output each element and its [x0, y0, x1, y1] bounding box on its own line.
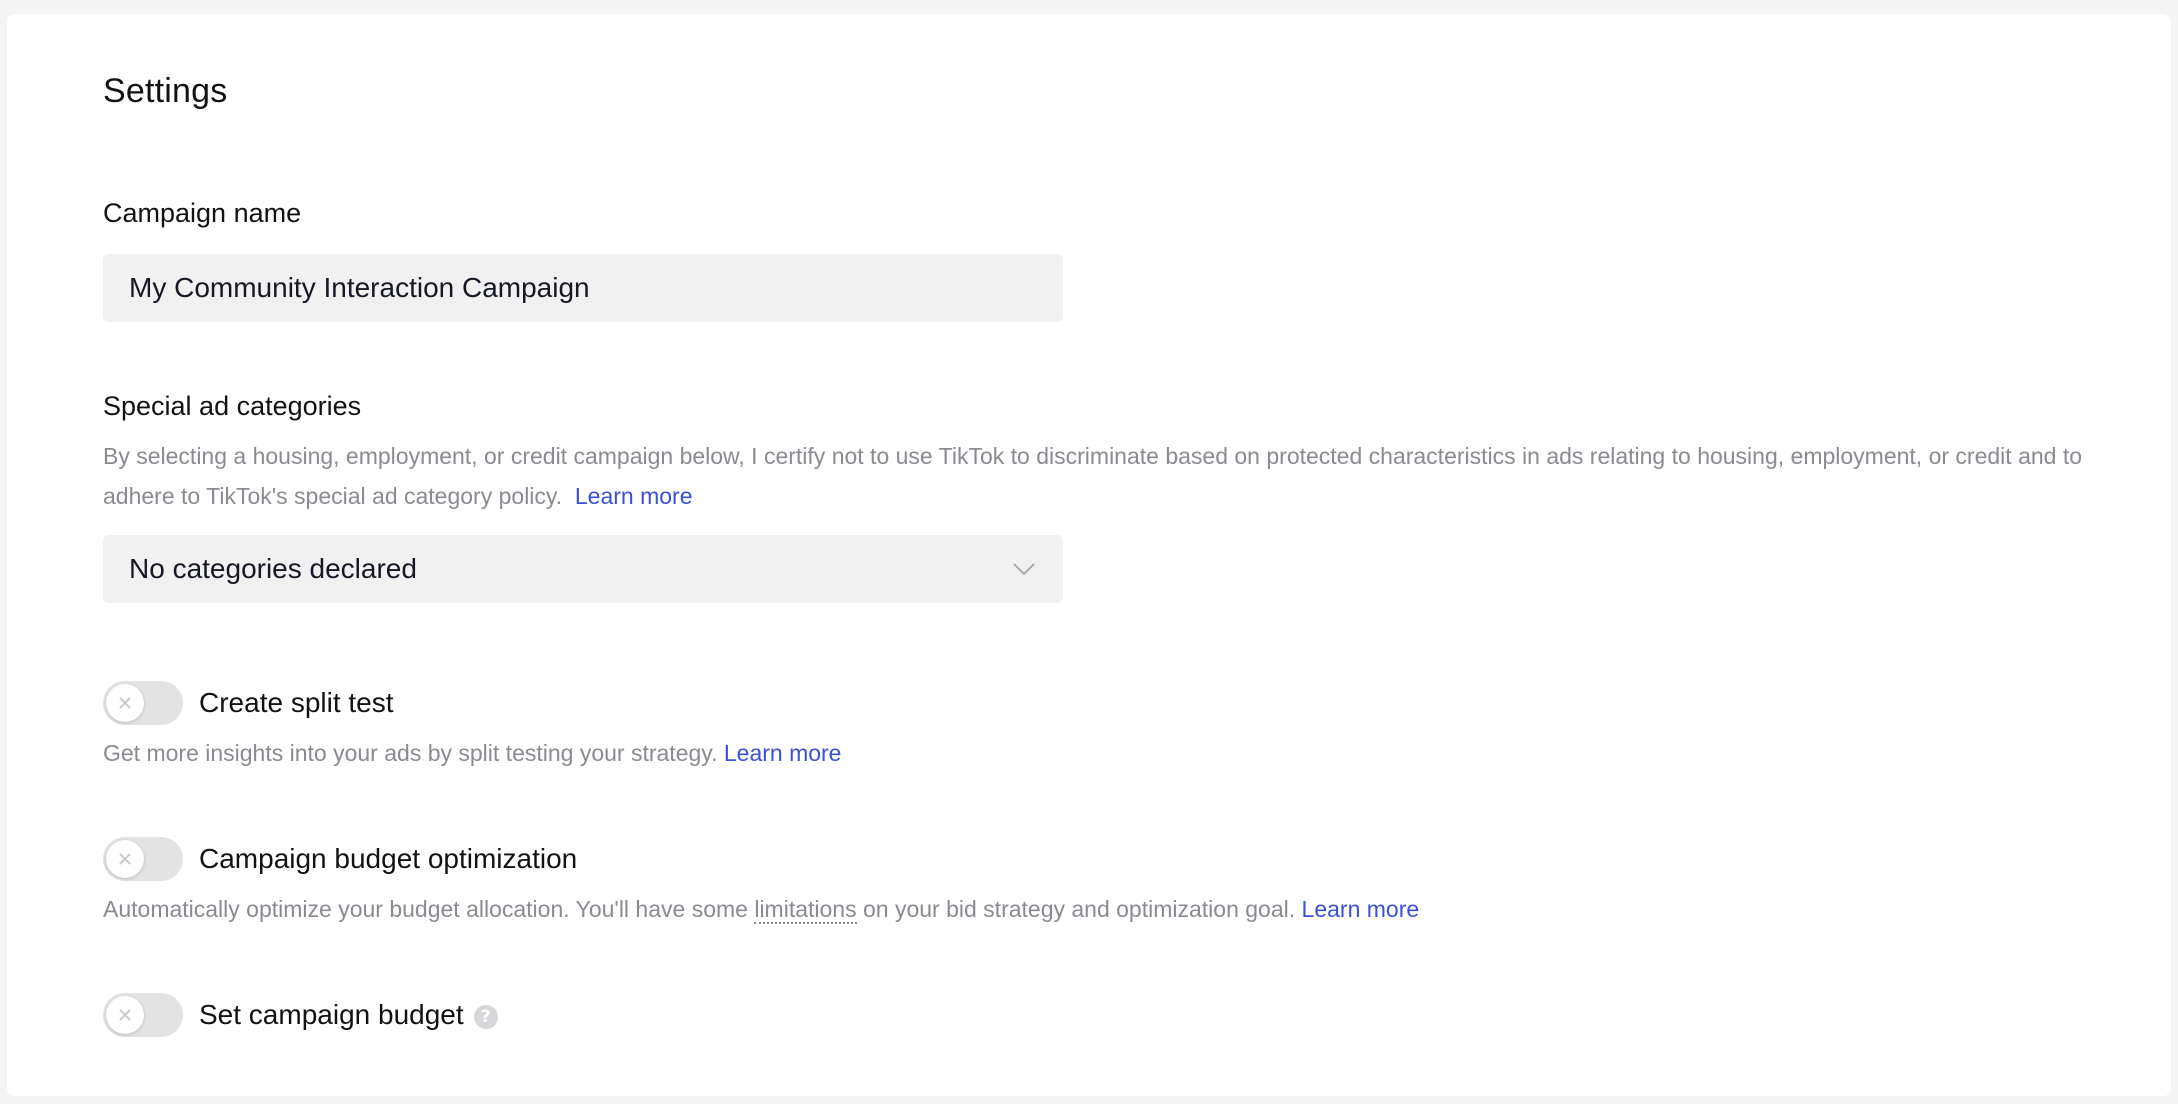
budget-optimization-toggle[interactable] — [103, 837, 183, 881]
budget-optimization-description: Automatically optimize your budget alloc… — [103, 889, 1419, 929]
split-test-row: Create split test — [103, 681, 394, 725]
toggle-knob — [106, 684, 144, 722]
split-test-description-text: Get more insights into your ads by split… — [103, 740, 718, 766]
split-test-description: Get more insights into your ads by split… — [103, 733, 841, 773]
help-icon[interactable]: ? — [473, 1005, 498, 1029]
budget-optimization-description-after: on your bid strategy and optimization go… — [862, 896, 1296, 922]
special-ad-categories-select[interactable]: No categories declared — [103, 535, 1063, 603]
special-ad-description-text: By selecting a housing, employment, or c… — [103, 443, 2083, 509]
split-test-label: Create split test — [199, 687, 394, 718]
close-icon — [119, 853, 131, 865]
split-test-toggle[interactable] — [103, 681, 183, 725]
special-ad-categories-label: Special ad categories — [103, 391, 362, 421]
chevron-down-icon — [1011, 556, 1037, 582]
budget-optimization-description-before: Automatically optimize your budget alloc… — [103, 896, 748, 922]
close-icon — [119, 697, 131, 709]
budget-optimization-label: Campaign budget optimization — [199, 843, 578, 874]
settings-card: Settings Campaign name Special ad catego… — [7, 14, 2171, 1096]
toggle-knob — [106, 840, 144, 878]
close-icon — [119, 1009, 131, 1021]
page-title: Settings — [103, 72, 228, 110]
campaign-name-input[interactable] — [103, 254, 1063, 322]
split-test-learn-more-link[interactable]: Learn more — [724, 740, 842, 766]
budget-optimization-learn-more-link[interactable]: Learn more — [1302, 896, 1420, 922]
campaign-name-label: Campaign name — [103, 198, 302, 228]
campaign-budget-toggle[interactable] — [103, 993, 183, 1037]
toggle-knob — [106, 996, 144, 1034]
campaign-budget-row: Set campaign budget ? — [103, 993, 498, 1037]
limitations-tooltip-term[interactable]: limitations — [754, 896, 857, 924]
special-ad-selected-value: No categories declared — [129, 553, 417, 584]
budget-optimization-row: Campaign budget optimization — [103, 837, 577, 881]
special-ad-categories-description: By selecting a housing, employment, or c… — [103, 436, 2103, 516]
campaign-budget-label: Set campaign budget — [199, 999, 464, 1030]
special-ad-learn-more-link[interactable]: Learn more — [575, 483, 693, 509]
